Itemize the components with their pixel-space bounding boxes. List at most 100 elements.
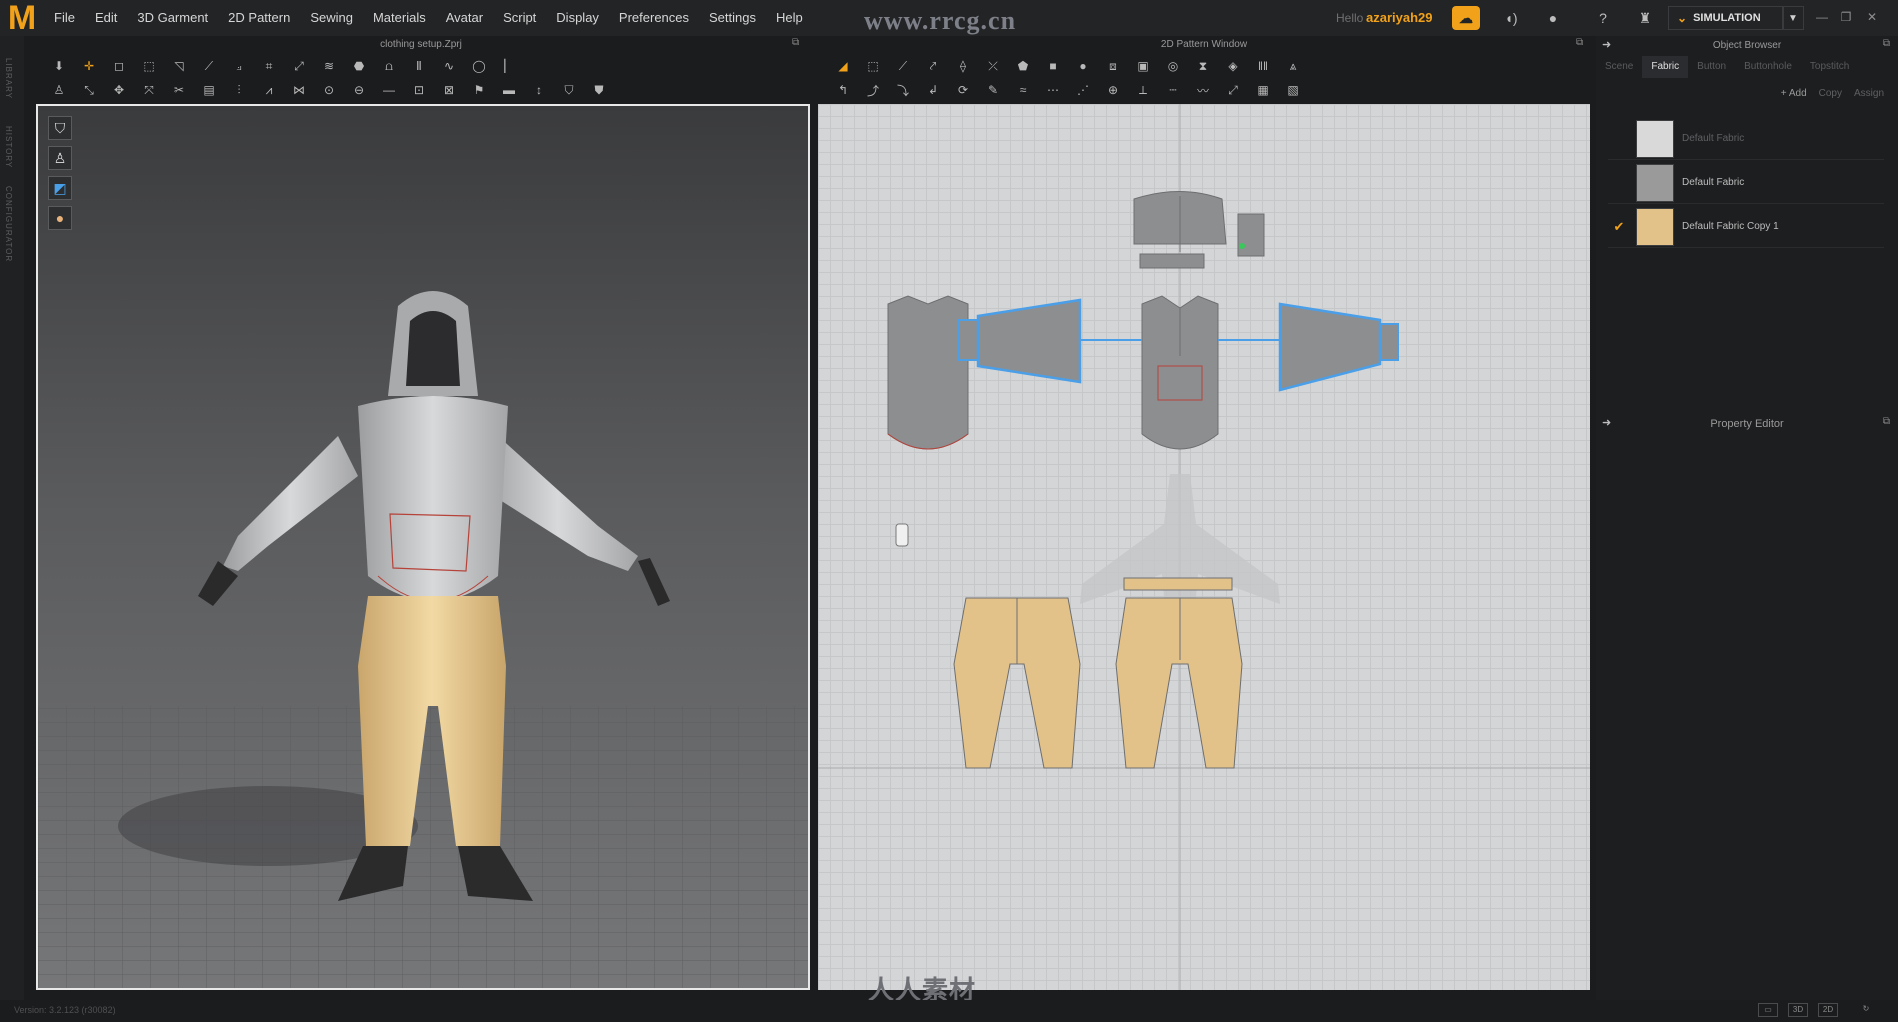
hanger-icon[interactable]: ⩍ bbox=[376, 56, 402, 76]
internal-circle-icon[interactable]: ◎ bbox=[1160, 56, 1186, 76]
trace-icon[interactable]: ✎ bbox=[980, 80, 1006, 100]
transform-pattern-icon[interactable]: ◢ bbox=[830, 56, 856, 76]
assign-fabric-button[interactable]: Assign bbox=[1854, 88, 1884, 99]
internal-rect-icon[interactable]: ▣ bbox=[1130, 56, 1156, 76]
polygon-icon[interactable]: ⬟ bbox=[1010, 56, 1036, 76]
dart-icon[interactable]: ⧗ bbox=[1190, 56, 1216, 76]
3d-view-button[interactable]: 3D bbox=[1788, 1003, 1808, 1017]
fit-icon[interactable]: ⤧ bbox=[136, 80, 162, 100]
speaker-icon[interactable]: ◖) bbox=[1500, 7, 1522, 29]
tack-icon[interactable]: ⌗ bbox=[256, 56, 282, 76]
arrow-icon[interactable]: ↕ bbox=[526, 80, 552, 100]
undock-browser-icon[interactable]: ⧉ bbox=[1883, 38, 1890, 49]
undock-2d-icon[interactable]: ⧉ bbox=[1576, 37, 1583, 48]
brush-icon[interactable]: ⟓ bbox=[226, 56, 252, 76]
edit-curve-icon[interactable]: ⤤ bbox=[920, 56, 946, 76]
cloud-icon[interactable]: ☁ bbox=[1452, 6, 1480, 30]
zipper-icon[interactable]: ǁǁ bbox=[1250, 56, 1276, 76]
pants-icon[interactable]: Ⅱ bbox=[406, 56, 432, 76]
menu-avatar[interactable]: Avatar bbox=[436, 0, 493, 36]
check-sewing-icon[interactable]: ↲ bbox=[920, 80, 946, 100]
knob-icon[interactable]: ⊡ bbox=[406, 80, 432, 100]
line-icon[interactable]: — bbox=[376, 80, 402, 100]
stitch-2d-icon[interactable]: ⋰ bbox=[1070, 80, 1096, 100]
avatar-pose-icon[interactable]: ♙ bbox=[46, 80, 72, 100]
single-view-icon[interactable]: ▭ bbox=[1758, 1003, 1778, 1017]
3d-viewport[interactable]: ⛉ ♙ ◩ ● bbox=[36, 104, 810, 990]
measure-2d-icon[interactable]: ⤢ bbox=[1220, 80, 1246, 100]
internal-polygon-icon[interactable]: ⧈ bbox=[1100, 56, 1126, 76]
shirring-icon[interactable]: ≈ bbox=[1010, 80, 1036, 100]
edit-point-icon[interactable]: ⟋ bbox=[890, 56, 916, 76]
shirt-icon[interactable]: ⬣ bbox=[346, 56, 372, 76]
stitch-icon[interactable]: ⋈ bbox=[286, 80, 312, 100]
select-icon[interactable]: ⬇ bbox=[46, 56, 72, 76]
bar-icon[interactable]: ▬ bbox=[496, 80, 522, 100]
transform-icon[interactable]: ⬚ bbox=[136, 56, 162, 76]
library-tab[interactable]: LIBRARY bbox=[4, 58, 13, 99]
menu-help[interactable]: Help bbox=[766, 0, 813, 36]
tab-fabric[interactable]: Fabric bbox=[1642, 56, 1689, 78]
edit-pattern-icon[interactable]: ⬚ bbox=[860, 56, 886, 76]
undock-icon[interactable]: ⧉ bbox=[792, 37, 799, 48]
history-tab[interactable]: HISTORY bbox=[4, 126, 13, 168]
seam-icon[interactable]: ∿ bbox=[436, 56, 462, 76]
pin-icon[interactable]: ⟋ bbox=[196, 56, 222, 76]
tshirt-icon[interactable]: ⛉ bbox=[556, 80, 582, 100]
skin-mode-icon[interactable]: ● bbox=[48, 206, 72, 230]
tab-buttonhole[interactable]: Buttonhole bbox=[1735, 56, 1801, 78]
texture-2d-icon[interactable]: ▦ bbox=[1250, 80, 1276, 100]
gizmo-icon[interactable]: ✥ bbox=[106, 80, 132, 100]
minimize-icon[interactable]: — bbox=[1812, 10, 1832, 26]
refresh-icon[interactable]: ↻ bbox=[1856, 1003, 1876, 1017]
fabric-list-item[interactable]: Default Fabric bbox=[1608, 162, 1884, 204]
wave-line-icon[interactable]: 〰 bbox=[1190, 80, 1216, 100]
rectangle-icon[interactable]: ■ bbox=[1040, 56, 1066, 76]
menu-display[interactable]: Display bbox=[546, 0, 609, 36]
button-2d-icon[interactable]: ⊕ bbox=[1100, 80, 1126, 100]
tab-scene[interactable]: Scene bbox=[1596, 56, 1642, 78]
help-icon[interactable]: ? bbox=[1592, 7, 1614, 29]
menu-3d-garment[interactable]: 3D Garment bbox=[127, 0, 218, 36]
trim-icon[interactable]: ✂ bbox=[166, 80, 192, 100]
menu-preferences[interactable]: Preferences bbox=[609, 0, 699, 36]
fold-line-icon[interactable]: ⩓ bbox=[1280, 56, 1306, 76]
grade-icon[interactable]: ◈ bbox=[1220, 56, 1246, 76]
texture-mode-icon[interactable]: ◩ bbox=[48, 176, 72, 200]
lock-icon[interactable]: ⊠ bbox=[436, 80, 462, 100]
arrangement-icon[interactable]: ⤡ bbox=[76, 80, 102, 100]
menu-sewing[interactable]: Sewing bbox=[300, 0, 363, 36]
tab-button[interactable]: Button bbox=[1688, 56, 1735, 78]
ruler-icon[interactable]: ▏ bbox=[496, 56, 522, 76]
multi-sewing-icon[interactable]: ⤵ bbox=[890, 80, 916, 100]
undock-property-icon[interactable]: ⧉ bbox=[1883, 416, 1890, 427]
box-select-icon[interactable]: ◻ bbox=[106, 56, 132, 76]
menu-2d-pattern[interactable]: 2D Pattern bbox=[218, 0, 300, 36]
simulation-toggle[interactable]: ⌄ SIMULATION bbox=[1668, 6, 1784, 30]
menu-edit[interactable]: Edit bbox=[85, 0, 127, 36]
zip-icon[interactable]: ⫶ bbox=[226, 80, 252, 100]
avatar-visibility-icon[interactable]: ♙ bbox=[48, 146, 72, 170]
pleat-icon[interactable]: ⩘ bbox=[256, 80, 282, 100]
topstitch-icon[interactable]: ⋯ bbox=[1040, 80, 1066, 100]
zoom-widget[interactable] bbox=[895, 523, 909, 547]
garment-icon[interactable]: ♜ bbox=[1634, 7, 1656, 29]
2d-pattern-window[interactable] bbox=[818, 104, 1590, 990]
garment-visibility-icon[interactable]: ⛉ bbox=[48, 116, 72, 140]
layer-icon[interactable]: ▤ bbox=[196, 80, 222, 100]
close-icon[interactable]: ✕ bbox=[1862, 10, 1882, 26]
sew-icon[interactable]: ⤫ bbox=[980, 56, 1006, 76]
configurator-tab[interactable]: CONFIGURATOR bbox=[4, 186, 13, 262]
dashed-line-icon[interactable]: ┄ bbox=[1160, 80, 1186, 100]
add-point-icon[interactable]: ⟠ bbox=[950, 56, 976, 76]
button-icon[interactable]: ⊙ bbox=[316, 80, 342, 100]
buttonhole-icon[interactable]: ⊖ bbox=[346, 80, 372, 100]
segment-sewing-icon[interactable]: ↰ bbox=[830, 80, 856, 100]
menu-settings[interactable]: Settings bbox=[699, 0, 766, 36]
measure-icon[interactable]: ⤢ bbox=[286, 56, 312, 76]
flag-icon[interactable]: ⚑ bbox=[466, 80, 492, 100]
steam-icon[interactable]: ≋ bbox=[316, 56, 342, 76]
tab-topstitch[interactable]: Topstitch bbox=[1801, 56, 1858, 78]
menu-materials[interactable]: Materials bbox=[363, 0, 436, 36]
tack-2d-icon[interactable]: ⟳ bbox=[950, 80, 976, 100]
